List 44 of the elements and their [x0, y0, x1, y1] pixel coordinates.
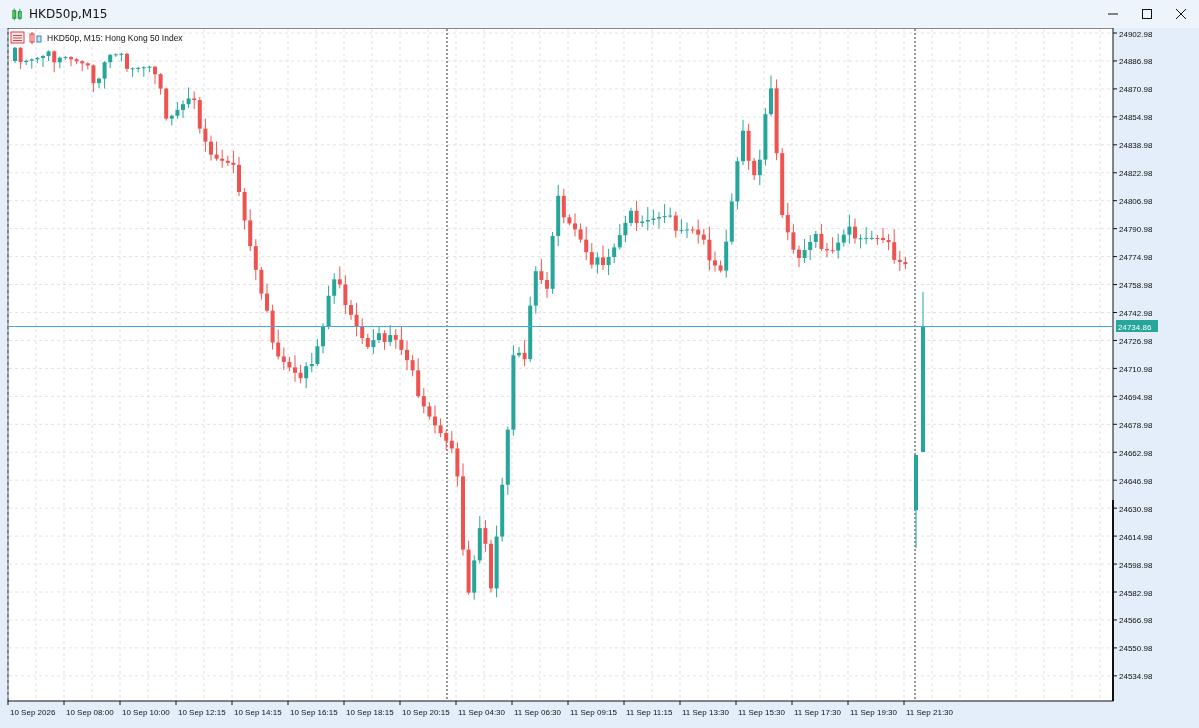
- time-label: 11 Sep 11:15: [626, 708, 673, 717]
- price-label: 24598.98: [1119, 560, 1153, 570]
- time-label: 10 Sep 12:15: [178, 708, 226, 717]
- price-label: 24694.98: [1119, 392, 1153, 402]
- price-label: 24870.98: [1119, 85, 1153, 95]
- price-label: 24886.98: [1119, 57, 1153, 67]
- time-label: 11 Sep 06:30: [514, 708, 561, 717]
- price-label: 24646.98: [1119, 476, 1153, 486]
- window-title: HKD50p,M15: [29, 7, 108, 21]
- price-label: 24678.98: [1119, 420, 1153, 430]
- price-label: 24710.98: [1119, 364, 1153, 374]
- time-label: 11 Sep 15:30: [738, 708, 785, 717]
- time-label: 11 Sep 09:15: [570, 708, 617, 717]
- time-label: 10 Sep 16:15: [290, 708, 338, 717]
- time-label: 11 Sep 17:30: [794, 708, 841, 717]
- time-label: 11 Sep 21:30: [906, 708, 953, 717]
- price-label: 24662.98: [1119, 448, 1153, 458]
- time-label: 11 Sep 19:30: [850, 708, 897, 717]
- chart-title: HKD50p, M15: Hong Kong 50 Index: [47, 33, 183, 43]
- time-label: 10 Sep 08:00: [66, 708, 114, 717]
- time-label: 11 Sep 13:30: [682, 708, 729, 717]
- price-label: 24630.98: [1119, 504, 1153, 514]
- price-label: 24726.98: [1119, 336, 1153, 346]
- price-label: 24822.98: [1119, 169, 1153, 179]
- price-label: 24838.98: [1119, 141, 1153, 151]
- price-label: 24806.98: [1119, 197, 1153, 207]
- time-label: 10 Sep 10:00: [122, 708, 170, 717]
- time-label: 10 Sep 20:15: [402, 708, 450, 717]
- price-label: 24854.98: [1119, 113, 1153, 123]
- time-label: 10 Sep 14:15: [234, 708, 282, 717]
- price-label: 24758.98: [1119, 281, 1153, 291]
- price-label: 24742.98: [1119, 309, 1153, 318]
- price-label: 24566.98: [1119, 616, 1153, 626]
- time-label: 11 Sep 04:30: [458, 708, 505, 717]
- price-label: 24902.98: [1119, 29, 1153, 39]
- price-label: 24550.98: [1119, 644, 1153, 654]
- price-label: 24582.98: [1119, 588, 1153, 598]
- price-label: 24534.98: [1119, 672, 1153, 682]
- time-label: 10 Sep 2026: [10, 708, 56, 717]
- current-price-tag: 24734.86: [1116, 320, 1158, 332]
- price-label: 24774.98: [1119, 253, 1153, 263]
- price-label: 24790.98: [1119, 225, 1153, 235]
- price-label: 24614.98: [1119, 532, 1153, 542]
- time-label: 10 Sep 18:15: [346, 708, 394, 717]
